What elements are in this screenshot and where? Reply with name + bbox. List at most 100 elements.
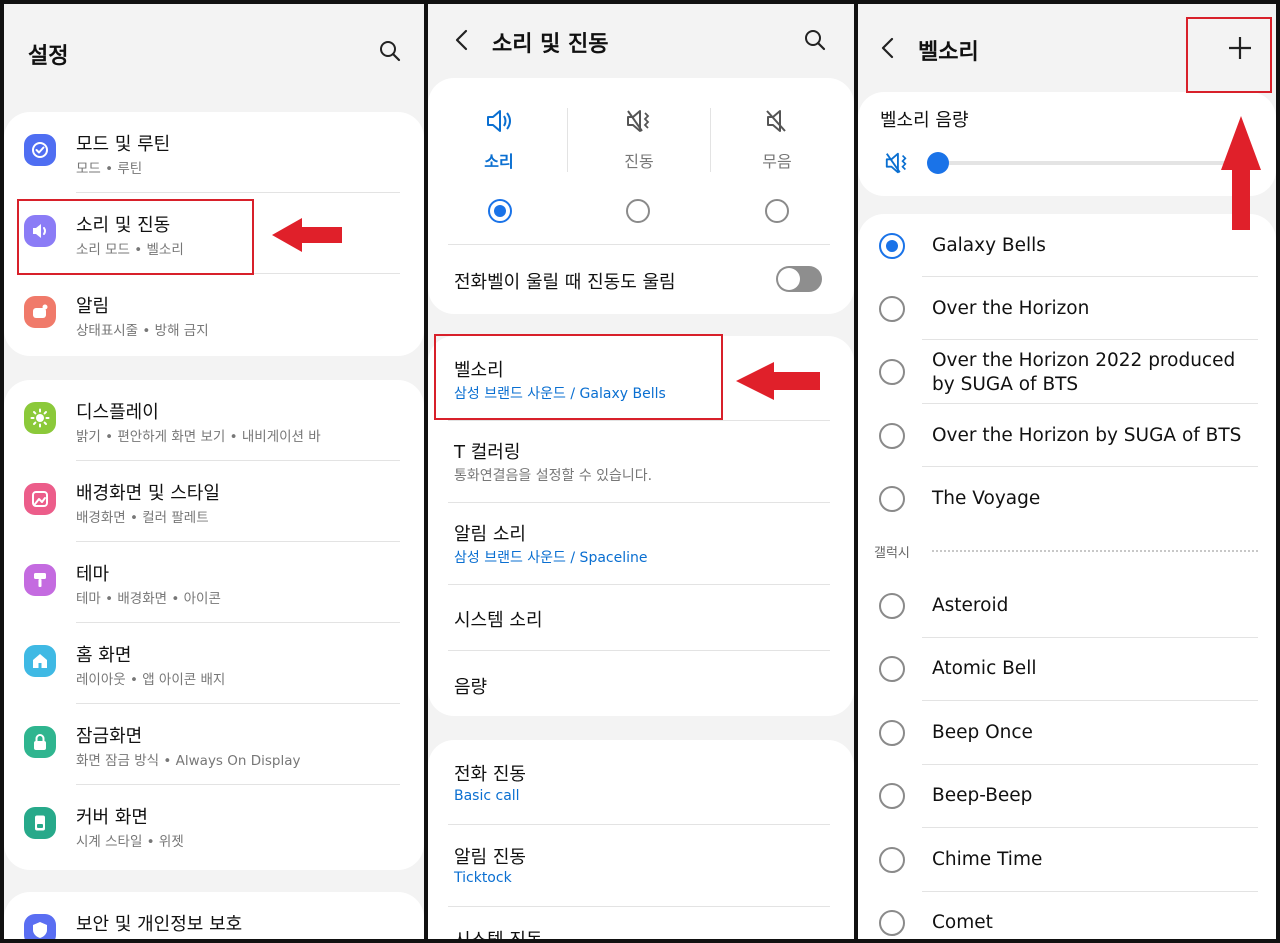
row-label: 시스템 소리 (454, 610, 543, 631)
radio-vibrate[interactable] (626, 199, 650, 223)
mode-sound[interactable]: 소리 (434, 108, 564, 172)
back-button[interactable] (446, 24, 478, 56)
notification-sound-row[interactable]: 알림 소리 삼성 브랜드 사운드 / Spaceline (428, 502, 854, 584)
settings-item[interactable]: 보안 및 개인정보 보호 (4, 892, 424, 939)
volume-slider-thumb[interactable] (927, 152, 949, 174)
ringtone-label: Galaxy Bells (932, 234, 1046, 256)
ringtone-radio[interactable] (879, 295, 905, 322)
vibrate-icon[interactable] (884, 150, 910, 176)
theme-icon (24, 564, 56, 596)
mode-vibrate[interactable]: 진동 (574, 108, 704, 172)
ringtone-radio[interactable] (879, 422, 905, 449)
settings-group-3: 보안 및 개인정보 보호 (4, 892, 424, 939)
settings-item-sub: 상태표시줄 • 방해 금지 (76, 323, 209, 339)
page-title: 설정 (28, 44, 69, 69)
cover-screen-icon (24, 807, 56, 839)
settings-item[interactable]: 배경화면 및 스타일 배경화면 • 컬러 팔레트 (4, 461, 424, 542)
search-button[interactable] (799, 24, 831, 56)
ringtone-item[interactable]: Over the Horizon by SUGA of BTS (858, 404, 1276, 467)
ringtone-label: Beep Once (932, 721, 1033, 743)
ringtone-item[interactable]: Over the Horizon 2022 produced by SUGA o… (858, 340, 1276, 404)
settings-item[interactable]: 홈 화면레이아웃 • 앱 아이콘 배지 (4, 623, 424, 704)
volume-row[interactable]: 음량 (428, 650, 854, 716)
t-coloring-row[interactable]: T 컬러링 통화연결음을 설정할 수 있습니다. (428, 420, 854, 502)
ringtone-radio[interactable] (879, 485, 905, 512)
red-arrow-up-icon (1221, 116, 1261, 230)
section-header: 갤럭시 (858, 530, 1276, 574)
mode-routine-icon (24, 134, 56, 166)
highlight-box-ringtone (434, 334, 723, 420)
ringtone-radio[interactable] (879, 910, 905, 937)
section-label: 갤럭시 (874, 546, 910, 561)
row-sub: Ticktock (454, 870, 512, 886)
divider (567, 108, 568, 172)
ringtone-volume-card: 벨소리 음량 (858, 92, 1276, 196)
radio-mute[interactable] (765, 199, 789, 223)
mode-mute[interactable]: 무음 (712, 108, 842, 172)
search-button[interactable] (374, 35, 406, 67)
lock-icon (24, 726, 56, 758)
settings-item-label: 보안 및 개인정보 보호 (76, 914, 243, 935)
row-label: 알림 소리 (454, 524, 526, 545)
sound-on-icon (487, 110, 511, 132)
ringtone-item[interactable]: Atomic Bell (858, 638, 1276, 701)
ringtone-radio[interactable] (879, 656, 905, 683)
ringtone-item[interactable]: Beep-Beep (858, 765, 1276, 828)
settings-item-label: 디스플레이 (76, 402, 159, 423)
back-button[interactable] (872, 32, 904, 64)
settings-item[interactable]: 모드 및 루틴 모드 • 루틴 (4, 112, 424, 193)
vibration-settings-card: 전화 진동 Basic call 알림 진동 Ticktock 시스템 진동 (428, 740, 854, 939)
page-title: 소리 및 진동 (492, 32, 609, 57)
ringtone-radio[interactable] (879, 846, 905, 873)
ringtone-label: Over the Horizon (932, 297, 1090, 319)
ringtone-item[interactable]: Asteroid (858, 574, 1276, 638)
row-sub: 통화연결음을 설정할 수 있습니다. (454, 468, 653, 484)
system-vibration-row[interactable]: 시스템 진동 (428, 906, 854, 939)
row-sub: 삼성 브랜드 사운드 / Spaceline (454, 550, 648, 566)
ringtone-item[interactable]: Beep Once (858, 701, 1276, 765)
page-title: 벨소리 (918, 40, 979, 65)
radio-sound[interactable] (488, 199, 512, 223)
settings-panel: 설정 모드 및 루틴 모드 • 루틴 소리 및 진동 소리 모드 • 벨소리 알림 상태표… (4, 4, 424, 939)
notification-vibration-row[interactable]: 알림 진동 Ticktock (428, 824, 854, 906)
settings-item-sub: 모드 • 루틴 (76, 161, 143, 177)
settings-item-label: 홈 화면 (76, 645, 132, 666)
settings-item[interactable]: 커버 화면 시계 스타일 • 위젯 (4, 785, 424, 866)
ringtone-label: The Voyage (932, 487, 1041, 509)
ringtone-item[interactable]: Chime Time (858, 828, 1276, 892)
search-icon (805, 30, 826, 51)
row-sub: Basic call (454, 788, 520, 804)
settings-item-label: 커버 화면 (76, 807, 148, 828)
red-arrow-left-icon (272, 218, 342, 252)
settings-group-2: 디스플레이 밝기 • 편안하게 화면 보기 • 내비게이션 바 배경화면 및 스타일… (4, 380, 424, 870)
ringtone-item[interactable]: Comet (858, 892, 1276, 940)
ringtone-label: Atomic Bell (932, 658, 1037, 680)
ringtone-radio[interactable] (879, 592, 905, 619)
ringtone-label: Over the Horizon by SUGA of BTS (932, 424, 1242, 446)
ringtone-radio[interactable] (879, 783, 905, 810)
settings-item[interactable]: 테마 테마 • 배경화면 • 아이콘 (4, 542, 424, 623)
ringtone-item[interactable]: Over the Horizon (858, 277, 1276, 340)
highlight-box-add (1186, 17, 1272, 93)
home-icon (24, 645, 56, 677)
ringtone-item[interactable]: The Voyage (858, 467, 1276, 530)
ringtone-item[interactable]: Galaxy Bells (858, 214, 1276, 277)
settings-item[interactable]: 알림 상태표시줄 • 방해 금지 (4, 274, 424, 355)
settings-item-label: 잠금화면 (76, 726, 143, 747)
ringtone-radio[interactable] (879, 719, 905, 746)
settings-item-sub: 레이아웃 • 앱 아이콘 배지 (76, 672, 226, 688)
vibrate-while-ringing-toggle[interactable] (776, 266, 822, 292)
settings-item[interactable]: 디스플레이 밝기 • 편안하게 화면 보기 • 내비게이션 바 (4, 380, 424, 461)
ringtone-panel: 벨소리 벨소리 음량 Galaxy Bells Over the Horizon O… (858, 4, 1276, 939)
red-arrow-left-icon (736, 362, 820, 400)
call-vibration-row[interactable]: 전화 진동 Basic call (428, 740, 854, 824)
ringtone-label: Beep-Beep (932, 785, 1033, 807)
settings-item[interactable]: 잠금화면 화면 잠금 방식 • Always On Display (4, 704, 424, 785)
mode-label: 소리 (484, 152, 514, 171)
divider (448, 244, 830, 245)
ringtone-radio[interactable] (879, 359, 905, 385)
system-sound-row[interactable]: 시스템 소리 (428, 584, 854, 650)
ringtone-radio[interactable] (879, 232, 905, 259)
ringtone-label: Asteroid (932, 594, 1009, 616)
row-label: 전화 진동 (454, 764, 526, 785)
